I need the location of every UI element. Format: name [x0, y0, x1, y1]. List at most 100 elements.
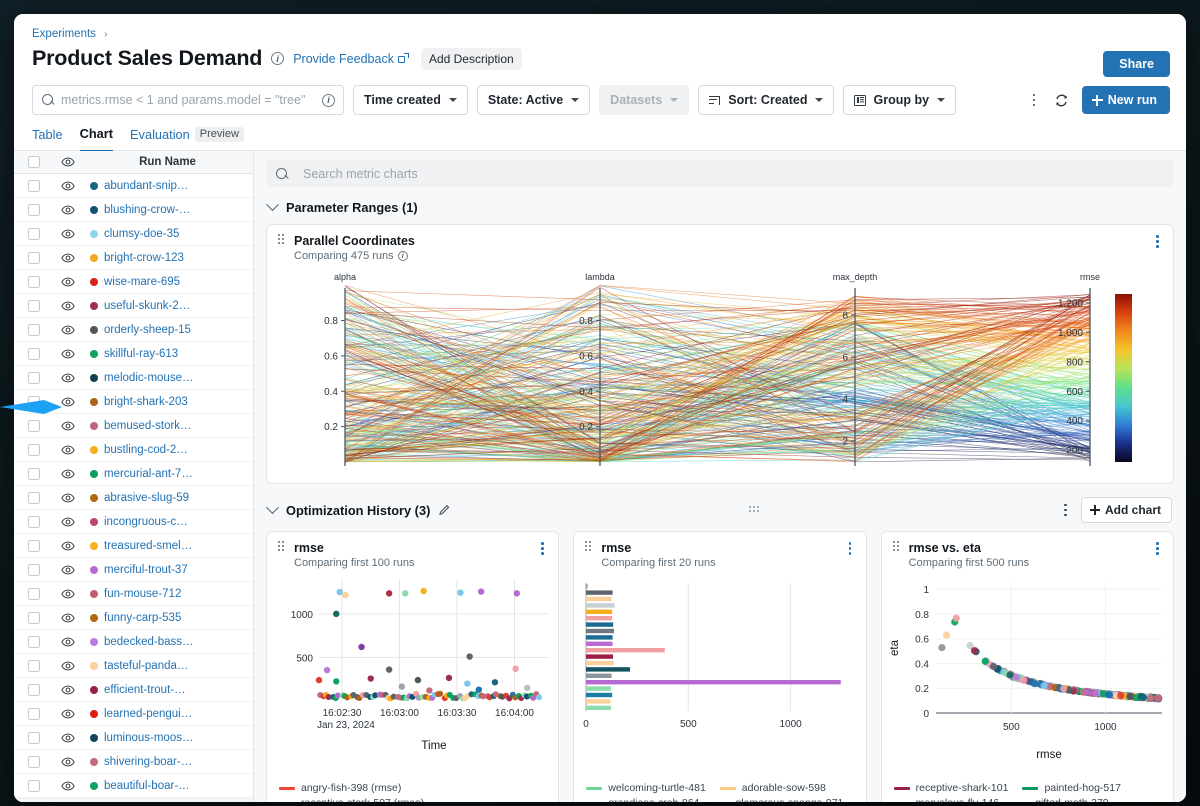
legend-item[interactable]: adorable-sow-598	[719, 782, 826, 794]
row-name-cell[interactable]: orderly-sheep-15	[82, 324, 253, 336]
row-name-cell[interactable]: bedecked-bass…	[82, 636, 253, 648]
row-checkbox[interactable]	[28, 227, 40, 240]
table-row[interactable]: melodic-mouse…	[14, 366, 253, 390]
more-options-icon[interactable]	[1027, 93, 1041, 108]
row-visibility-cell[interactable]	[54, 373, 82, 383]
table-row[interactable]: bustling-cod-2…	[14, 438, 253, 462]
row-name-cell[interactable]: skillful-ray-613	[82, 348, 253, 360]
row-checkbox-cell[interactable]	[14, 539, 54, 552]
row-name-cell[interactable]: useful-skunk-2…	[82, 300, 253, 312]
table-row[interactable]: learned-pengui…	[14, 702, 253, 726]
row-name-cell[interactable]: beautiful-boar-…	[82, 780, 253, 792]
row-name-cell[interactable]: abundant-snip…	[82, 180, 253, 192]
row-visibility-cell[interactable]	[54, 637, 82, 647]
row-checkbox[interactable]	[28, 323, 40, 336]
row-checkbox-cell[interactable]	[14, 179, 54, 192]
row-name-cell[interactable]: luminous-moos…	[82, 732, 253, 744]
table-row[interactable]: merciful-trout-37	[14, 558, 253, 582]
table-row[interactable]: blushing-crow-…	[14, 198, 253, 222]
row-checkbox[interactable]	[28, 251, 40, 264]
row-visibility-cell[interactable]	[54, 253, 82, 263]
row-visibility-cell[interactable]	[54, 469, 82, 479]
row-visibility-cell[interactable]	[54, 181, 82, 191]
row-name-cell[interactable]: bright-crow-123	[82, 252, 253, 264]
row-checkbox-cell[interactable]	[14, 635, 54, 648]
row-name-cell[interactable]: funny-carp-535	[82, 612, 253, 624]
add-description-button[interactable]: Add Description	[420, 47, 522, 70]
row-checkbox-cell[interactable]	[14, 347, 54, 360]
row-checkbox-cell[interactable]	[14, 467, 54, 480]
row-visibility-cell[interactable]	[54, 685, 82, 695]
edit-pencil-icon[interactable]	[439, 504, 451, 516]
row-name-cell[interactable]: melodic-mouse…	[82, 372, 253, 384]
row-checkbox[interactable]	[28, 587, 40, 600]
row-checkbox-cell[interactable]	[14, 515, 54, 528]
breadcrumb-experiments[interactable]: Experiments	[32, 28, 96, 40]
row-visibility-cell[interactable]	[54, 277, 82, 287]
row-visibility-cell[interactable]	[54, 349, 82, 359]
row-visibility-cell[interactable]	[54, 565, 82, 575]
row-checkbox[interactable]	[28, 347, 40, 360]
table-row[interactable]: orderly-sheep-15	[14, 318, 253, 342]
row-visibility-cell[interactable]	[54, 613, 82, 623]
row-visibility-cell[interactable]	[54, 709, 82, 719]
row-checkbox-cell[interactable]	[14, 227, 54, 240]
provide-feedback-link[interactable]: Provide Feedback	[293, 52, 409, 66]
refresh-icon[interactable]	[1054, 93, 1069, 108]
search-info-icon[interactable]: i	[322, 93, 335, 107]
table-row[interactable]: wise-mare-695	[14, 270, 253, 294]
drag-handle-icon[interactable]	[892, 541, 902, 552]
table-row[interactable]: mercurial-ant-7…	[14, 462, 253, 486]
row-checkbox-cell[interactable]	[14, 779, 54, 792]
row-visibility-cell[interactable]	[54, 733, 82, 743]
row-name-cell[interactable]: tasteful-panda…	[82, 660, 253, 672]
tab-table[interactable]: Table	[32, 127, 63, 151]
row-visibility-cell[interactable]	[54, 445, 82, 455]
row-checkbox-cell[interactable]	[14, 707, 54, 720]
new-run-button[interactable]: New run	[1081, 86, 1170, 114]
row-visibility-cell[interactable]	[54, 205, 82, 215]
row-checkbox-cell[interactable]	[14, 443, 54, 456]
row-name-cell[interactable]: clumsy-doe-35	[82, 228, 253, 240]
row-checkbox[interactable]	[28, 371, 40, 384]
row-checkbox-cell[interactable]	[14, 275, 54, 288]
legend-item[interactable]: receptive-stork-597 (rmse)	[279, 797, 424, 802]
info-icon[interactable]: i	[397, 251, 408, 261]
table-row[interactable]: clumsy-doe-35	[14, 222, 253, 246]
row-name-cell[interactable]: incongruous-c…	[82, 516, 253, 528]
row-checkbox[interactable]	[28, 275, 40, 288]
table-row[interactable]: funny-carp-535	[14, 606, 253, 630]
share-button[interactable]: Share	[1103, 51, 1170, 77]
table-row[interactable]: useful-skunk-2…	[14, 294, 253, 318]
run-search-input[interactable]	[61, 93, 334, 107]
info-icon[interactable]: i	[271, 52, 285, 65]
row-visibility-cell[interactable]	[54, 541, 82, 551]
row-visibility-cell[interactable]	[54, 781, 82, 791]
row-checkbox-cell[interactable]	[14, 659, 54, 672]
row-visibility-cell[interactable]	[54, 493, 82, 503]
table-row[interactable]: gifted-moth-379	[14, 798, 253, 802]
row-checkbox[interactable]	[28, 659, 40, 672]
row-visibility-cell[interactable]	[54, 661, 82, 671]
select-all-cell[interactable]	[14, 156, 54, 168]
table-row[interactable]: shivering-boar-…	[14, 750, 253, 774]
section-menu-icon[interactable]	[1058, 503, 1072, 518]
table-row[interactable]: bedecked-bass…	[14, 630, 253, 654]
row-name-cell[interactable]: fun-mouse-712	[82, 588, 253, 600]
legend-item[interactable]: painted-hog-517	[1022, 782, 1121, 794]
table-row[interactable]: skillful-ray-613	[14, 342, 253, 366]
row-name-cell[interactable]: wise-mare-695	[82, 276, 253, 288]
row-checkbox[interactable]	[28, 635, 40, 648]
legend-item[interactable]: marvelous-fly-146	[893, 797, 999, 802]
row-checkbox[interactable]	[28, 515, 40, 528]
row-name-cell[interactable]: bemused-stork…	[82, 420, 253, 432]
table-row[interactable]: incongruous-c…	[14, 510, 253, 534]
row-checkbox[interactable]	[28, 539, 40, 552]
row-checkbox-cell[interactable]	[14, 491, 54, 504]
legend-item[interactable]: angry-fish-398 (rmse)	[279, 782, 401, 794]
table-row[interactable]: bemused-stork…	[14, 414, 253, 438]
row-checkbox[interactable]	[28, 779, 40, 792]
table-row[interactable]: beautiful-boar-…	[14, 774, 253, 798]
row-checkbox-cell[interactable]	[14, 251, 54, 264]
table-row[interactable]: tasteful-panda…	[14, 654, 253, 678]
